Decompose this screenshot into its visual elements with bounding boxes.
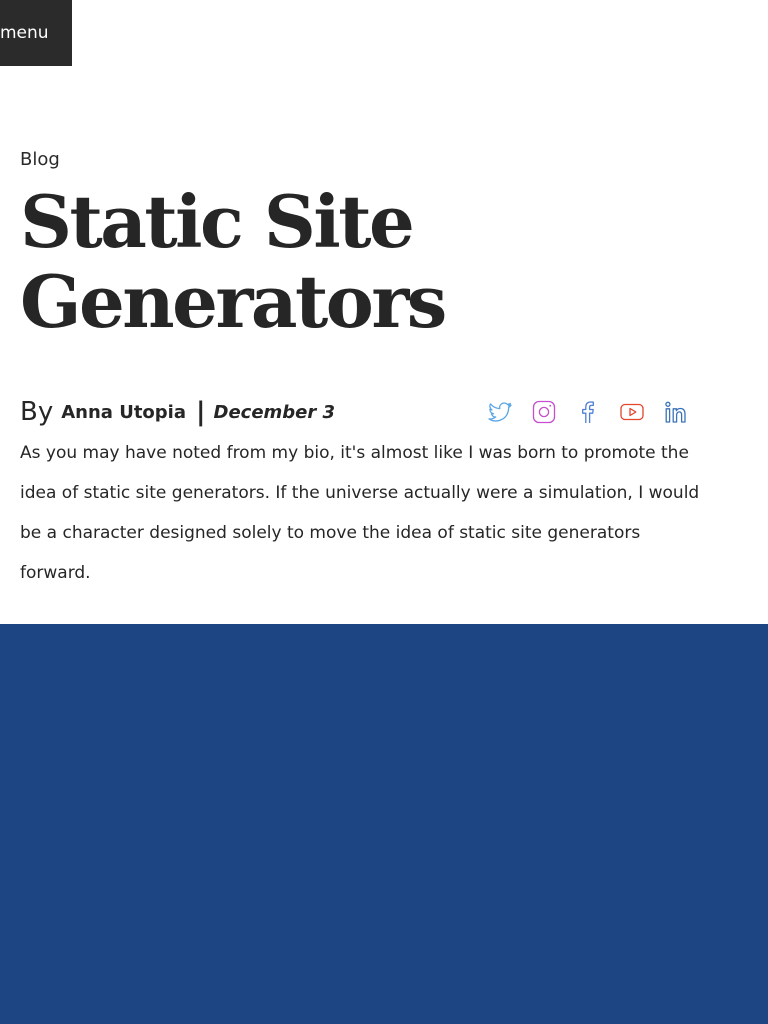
linkedin-link[interactable] bbox=[662, 398, 690, 426]
article-intro: As you may have noted from my bio, it's … bbox=[20, 443, 700, 583]
author-link[interactable]: Anna Utopia bbox=[61, 402, 186, 423]
linkedin-icon bbox=[665, 401, 686, 423]
byline-separator: | bbox=[196, 397, 206, 427]
social-links bbox=[486, 398, 690, 426]
publish-date: December 3 bbox=[213, 401, 336, 423]
youtube-icon bbox=[620, 403, 644, 421]
youtube-link[interactable] bbox=[618, 398, 646, 426]
facebook-icon bbox=[582, 401, 594, 423]
menu-button[interactable]: menu bbox=[0, 0, 72, 66]
instagram-link[interactable] bbox=[530, 398, 558, 426]
facebook-link[interactable] bbox=[574, 398, 602, 426]
instagram-icon bbox=[532, 400, 556, 424]
breadcrumb[interactable]: Blog bbox=[20, 148, 60, 172]
twitter-link[interactable] bbox=[486, 398, 514, 426]
twitter-icon bbox=[488, 402, 512, 422]
byline: By Anna Utopia | December 3 bbox=[20, 394, 335, 430]
by-label: By bbox=[20, 397, 54, 427]
featured-image-block bbox=[0, 624, 768, 1024]
page-title: Static Site Generators bbox=[20, 179, 447, 344]
